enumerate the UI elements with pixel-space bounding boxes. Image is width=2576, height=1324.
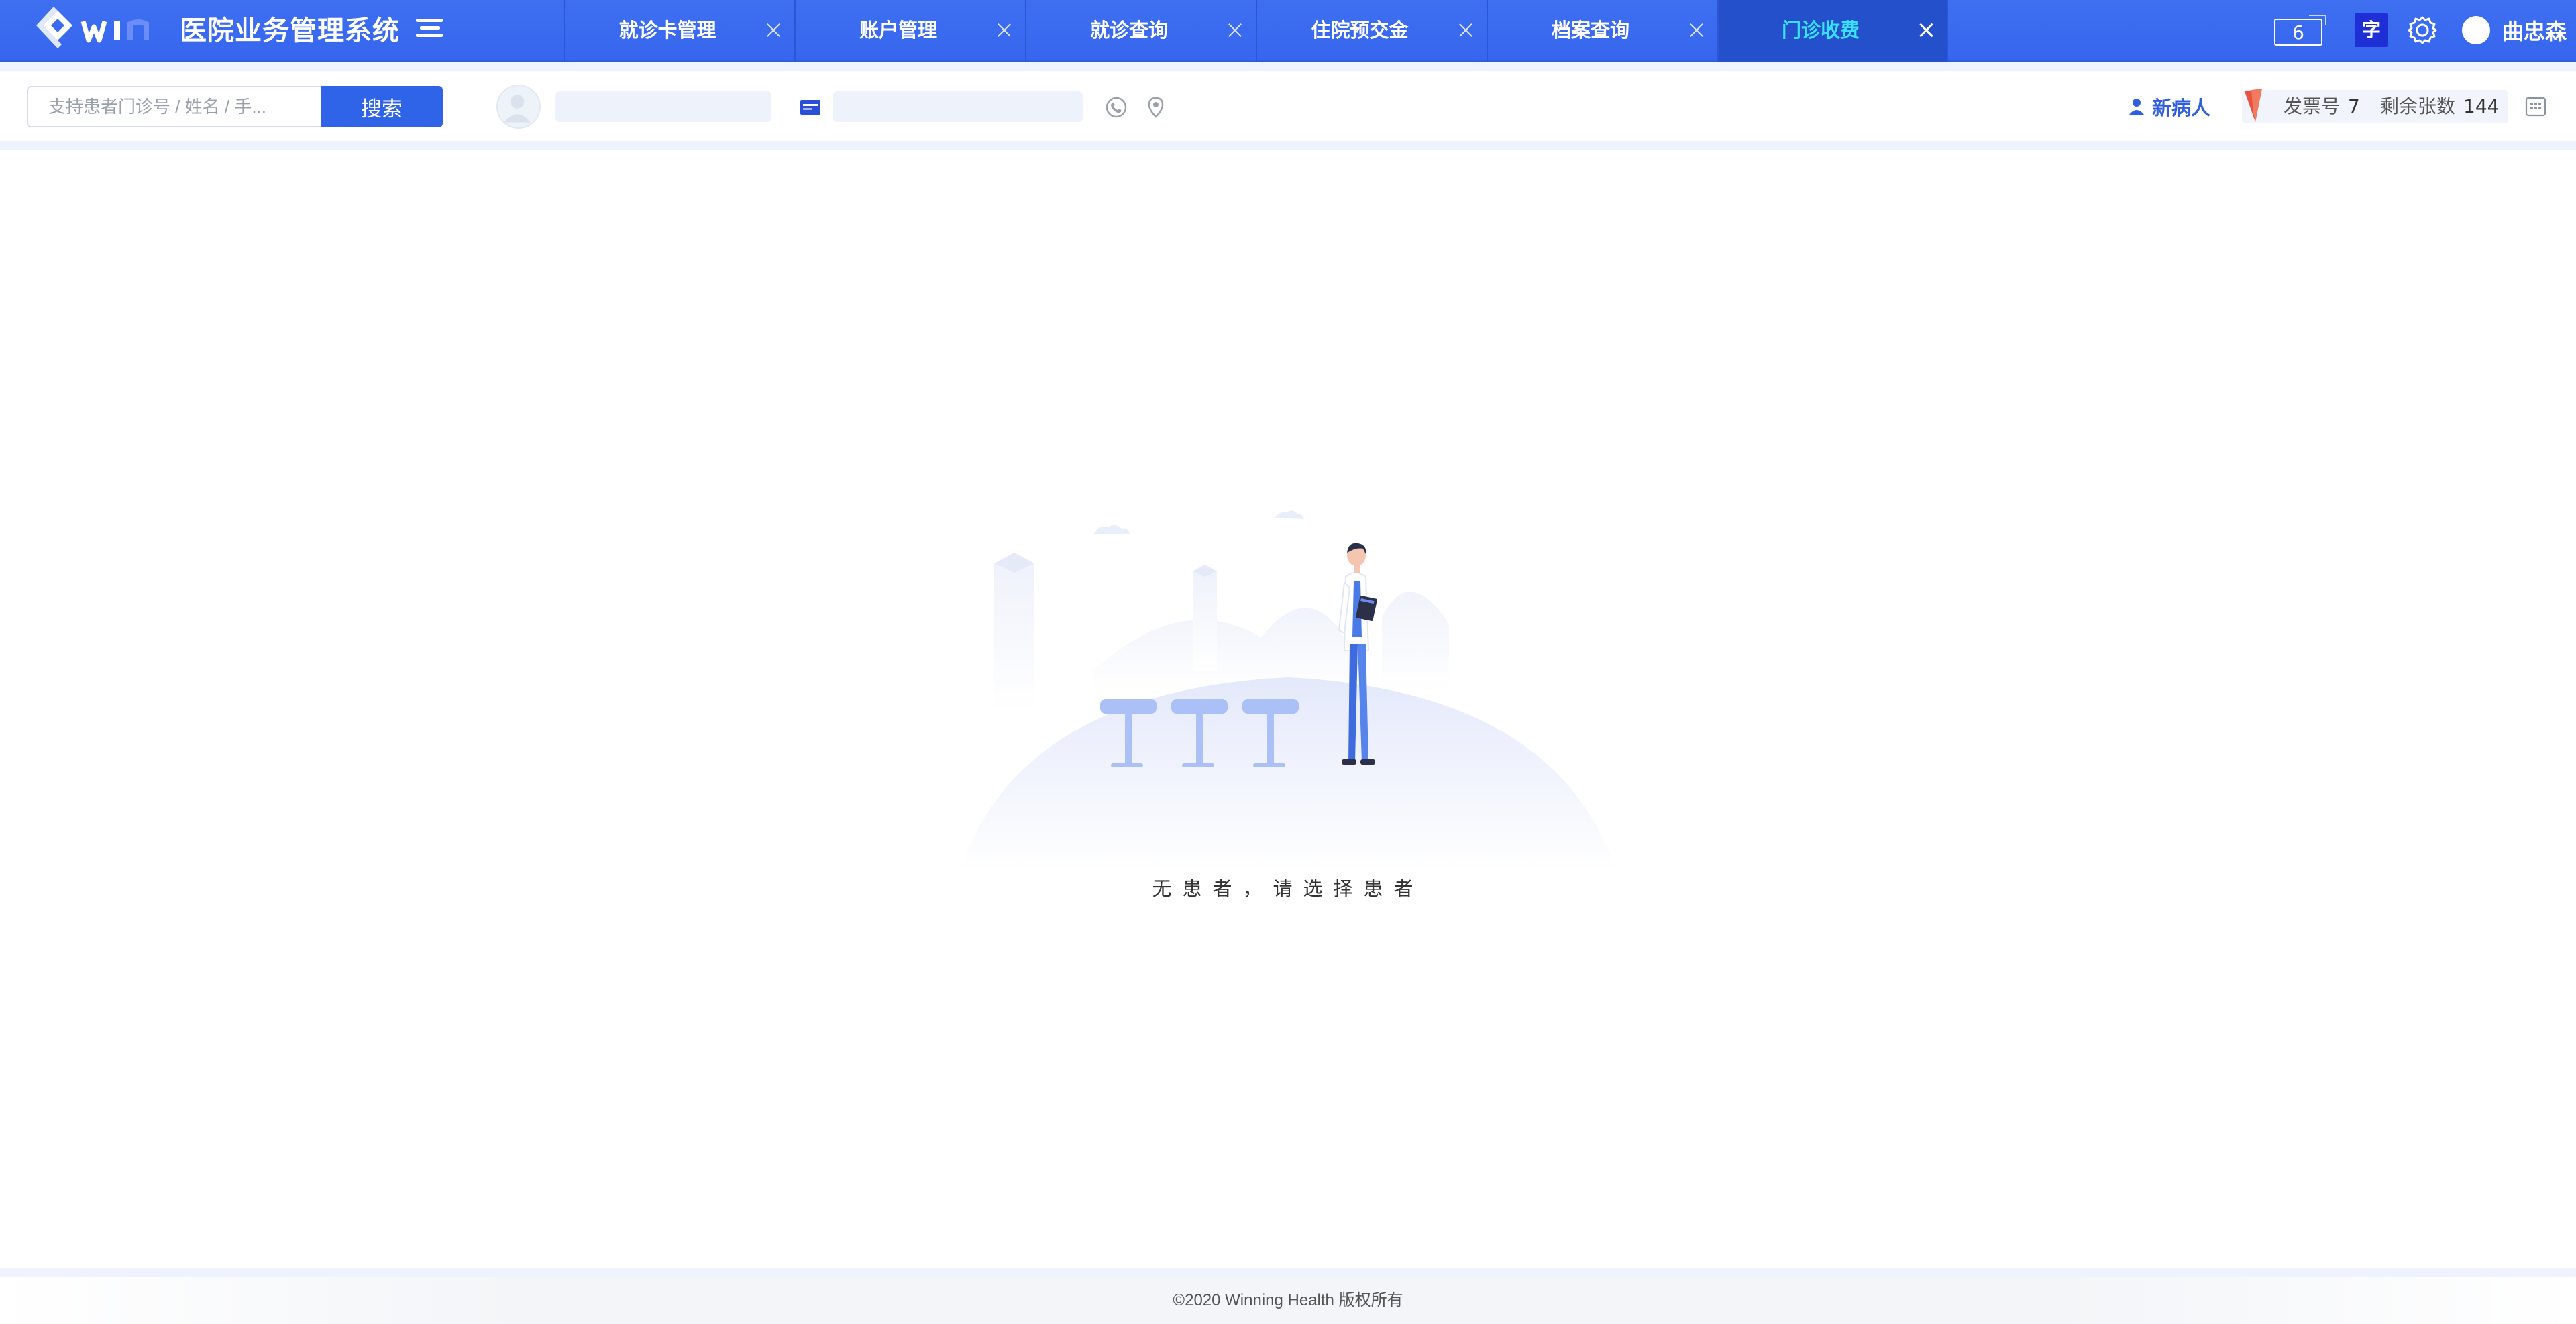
card-icon: [800, 100, 820, 115]
tab-label: 账户管理: [859, 19, 937, 42]
gear-icon[interactable]: [2406, 13, 2439, 47]
patient-toolbar: 搜索 新病人 发票号 7 剩余张数 144: [0, 71, 2576, 141]
avatar-icon: [496, 85, 541, 129]
search-input[interactable]: [27, 86, 321, 127]
remaining-count-label: 剩余张数: [2380, 95, 2456, 117]
message-icon[interactable]: 6: [2274, 15, 2326, 46]
close-icon[interactable]: [1917, 21, 1935, 39]
header-separator: [0, 62, 2576, 71]
font-size-button[interactable]: 字: [2355, 13, 2388, 47]
top-navigation-bar: 医院业务管理系统 就诊卡管理 账户管理 就诊查询 住院预交金 档案查询 门诊收费: [0, 0, 2576, 62]
tab-visit-query[interactable]: 就诊查询: [1025, 0, 1256, 62]
menu-icon[interactable]: [416, 19, 443, 43]
tab-label: 档案查询: [1551, 19, 1629, 42]
close-icon[interactable]: [996, 21, 1013, 39]
tab-label: 门诊收费: [1781, 19, 1860, 42]
invoice-info: 发票号 7 剩余张数 144: [2242, 89, 2508, 123]
close-icon[interactable]: [1688, 21, 1705, 39]
close-icon[interactable]: [1457, 21, 1474, 39]
invoice-number-value: 7: [2348, 95, 2360, 117]
empty-state-message: 无患者，请选择患者: [1152, 877, 1424, 900]
tab-card-management[interactable]: 就诊卡管理: [564, 0, 794, 62]
invoice-tag-icon: [2245, 89, 2262, 122]
tab-inpatient-deposit[interactable]: 住院预交金: [1256, 0, 1487, 62]
tab-outpatient-billing[interactable]: 门诊收费: [1717, 0, 1948, 62]
tab-record-query[interactable]: 档案查询: [1487, 0, 1717, 62]
new-patient-label: 新病人: [2152, 97, 2211, 119]
invoice-number-label: 发票号: [2284, 95, 2341, 117]
tab-label: 就诊卡管理: [619, 19, 716, 42]
remaining-count-value: 144: [2463, 95, 2500, 117]
new-patient-button[interactable]: 新病人: [2128, 93, 2210, 121]
user-menu[interactable]: 曲忠森: [2462, 13, 2567, 47]
patient-name-placeholder: [555, 91, 771, 122]
tab-account-management[interactable]: 账户管理: [794, 0, 1025, 62]
person-icon: [2129, 99, 2144, 115]
footer-separator: [0, 1268, 2576, 1277]
footer: ©2020 Winning Health 版权所有: [0, 1277, 2576, 1324]
calculator-icon[interactable]: [2525, 97, 2546, 117]
user-name: 曲忠森: [2502, 19, 2567, 44]
waiting-chairs: [1100, 699, 1299, 767]
tab-bar: 就诊卡管理 账户管理 就诊查询 住院预交金 档案查询 门诊收费: [564, 0, 1948, 62]
close-icon[interactable]: [1226, 21, 1244, 39]
content-divider: [0, 141, 2576, 150]
phone-icon: [1106, 97, 1127, 118]
close-icon[interactable]: [765, 21, 782, 39]
tab-label: 住院预交金: [1311, 19, 1409, 42]
brand: [31, 7, 158, 55]
avatar: [2462, 16, 2490, 44]
tab-label: 就诊查询: [1089, 19, 1168, 42]
card-number-placeholder: [833, 91, 1083, 122]
copyright-text: ©2020 Winning Health 版权所有: [1173, 1291, 1403, 1309]
brand-logo: [36, 7, 149, 48]
empty-state-illustration: [959, 510, 1617, 872]
search-button[interactable]: 搜索: [321, 86, 443, 127]
app-title: 医院业务管理系统: [180, 15, 400, 46]
location-icon: [1148, 97, 1164, 118]
